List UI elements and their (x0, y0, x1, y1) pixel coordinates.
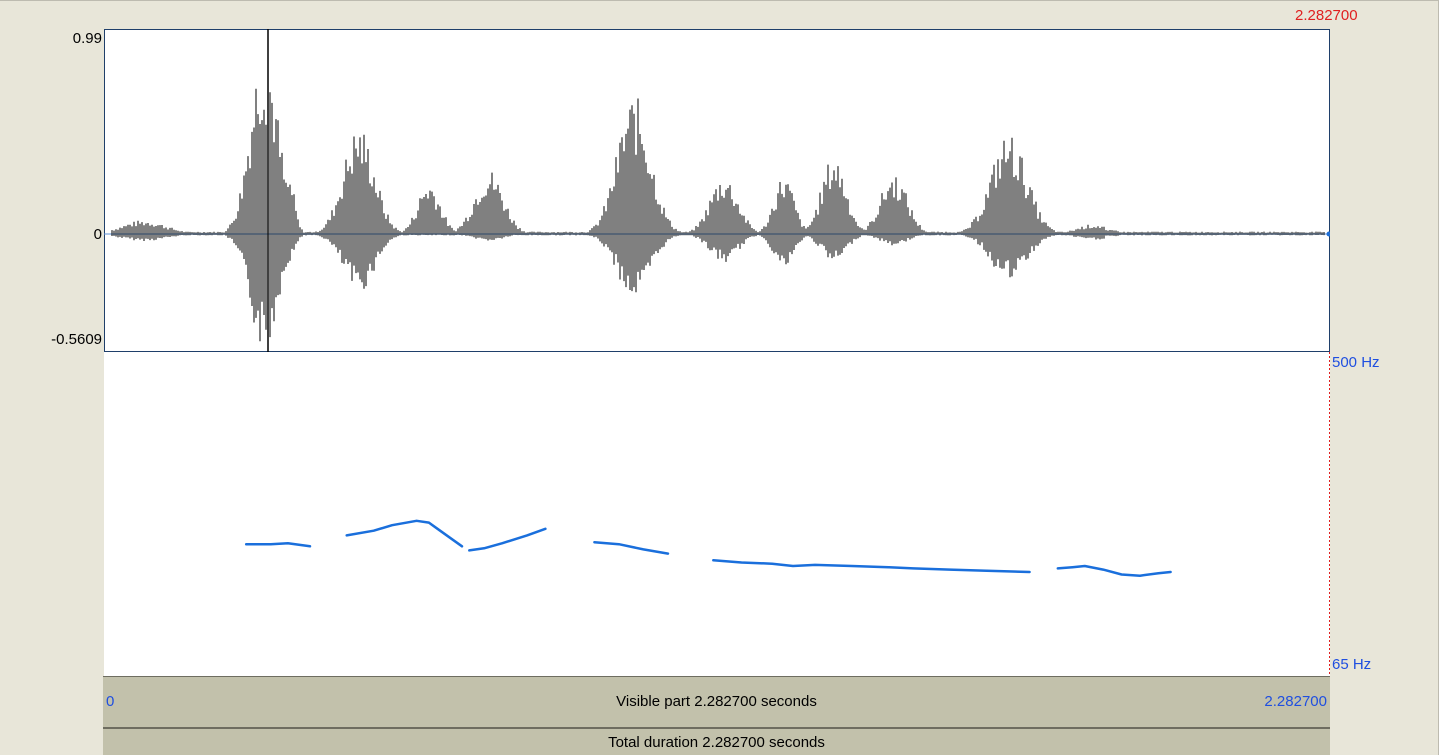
pitch-segment (593, 540, 670, 555)
total-duration-bar[interactable]: Total duration 2.282700 seconds (103, 728, 1330, 755)
waveform-plot[interactable] (104, 29, 1330, 352)
visible-part-bar[interactable]: 0 Visible part 2.282700 seconds 2.282700 (103, 676, 1330, 728)
visible-end-time: 2.282700 (1264, 693, 1327, 710)
praat-sound-editor: 2.282700 0.99 0 -0.5609 500 Hz 65 Hz 0 V… (0, 0, 1439, 755)
visible-part-label: Visible part 2.282700 seconds (616, 693, 817, 710)
waveform-trace (111, 88, 1325, 342)
pitch-segment (1056, 564, 1172, 577)
amplitude-zero-label: 0 (93, 226, 102, 243)
pitch-segment (712, 559, 1031, 574)
pitch-plot[interactable] (104, 352, 1330, 676)
top-rule (0, 0, 1439, 1)
amplitude-min-label: -0.5609 (51, 331, 102, 348)
pitch-segment (345, 519, 464, 548)
total-duration-label: Total duration 2.282700 seconds (608, 734, 825, 751)
pitch-top-label: 500 Hz (1332, 354, 1380, 371)
cursor-dot (1326, 231, 1330, 237)
pitch-segment (244, 541, 312, 548)
waveform-panel[interactable] (104, 29, 1330, 352)
cursor-time-readout: 2.282700 (1295, 7, 1358, 24)
pitch-segment (468, 527, 547, 552)
pitch-bottom-label: 65 Hz (1332, 656, 1372, 673)
pitch-panel[interactable] (104, 352, 1330, 676)
amplitude-max-label: 0.99 (72, 30, 102, 47)
